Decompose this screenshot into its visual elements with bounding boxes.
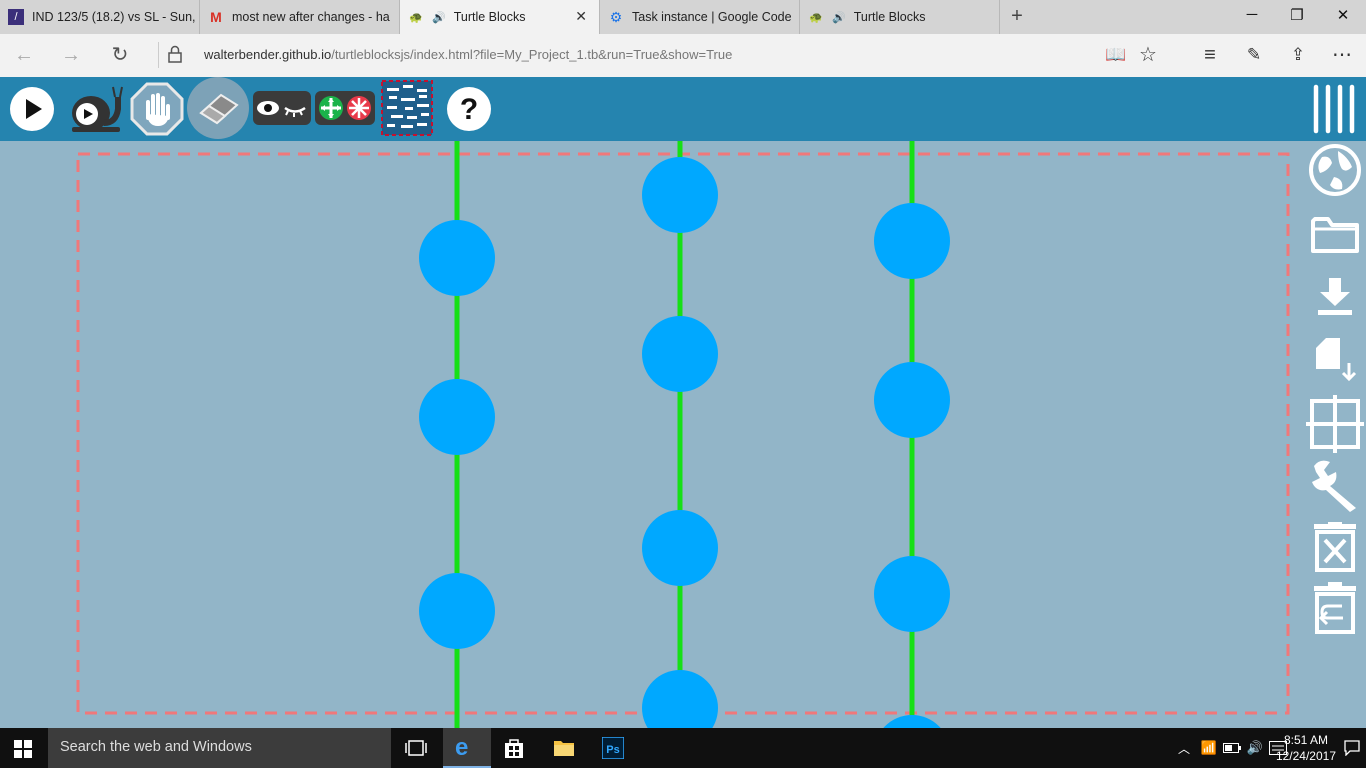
clear-icon[interactable] [187, 77, 249, 139]
close-tab-icon[interactable]: ✕ [575, 8, 587, 25]
browser-tab[interactable]: 🐢 🔊 Turtle Blocks [800, 0, 1000, 34]
turtle-dot [419, 573, 495, 649]
help-icon[interactable]: ? [446, 86, 492, 137]
share-icon[interactable]: ⇪ [1285, 43, 1311, 67]
stop-icon[interactable] [130, 82, 184, 141]
cricket-favicon: / [8, 9, 24, 25]
turtle-dot [642, 510, 718, 586]
svg-text:Ps: Ps [606, 744, 619, 756]
taskbar-search-input[interactable]: Search the web and Windows [48, 728, 391, 768]
delete-all-icon[interactable] [1312, 522, 1358, 577]
photoshop-icon[interactable]: Ps [601, 736, 625, 760]
show-hide-blocks-icon[interactable] [253, 87, 311, 134]
battery-icon[interactable] [1220, 736, 1244, 760]
turtle-toolbar: ? [0, 77, 1366, 141]
turtle-favicon: 🐢 [809, 11, 823, 24]
web-note-icon[interactable]: ✎ [1241, 43, 1267, 67]
grid-icon[interactable] [1306, 395, 1364, 458]
browser-tab-active[interactable]: 🐢 🔊 Turtle Blocks ✕ [400, 0, 600, 34]
favorite-star-icon[interactable]: ☆ [1135, 43, 1161, 67]
gmail-favicon: M [210, 9, 222, 25]
palette-grid-icon[interactable] [381, 80, 433, 141]
save-download-icon[interactable] [1314, 276, 1356, 323]
url-host: walterbender.github.io [204, 47, 332, 62]
wifi-icon[interactable]: 📶 [1197, 736, 1221, 760]
url-path: /turtleblocksjs/index.html?file=My_Proje… [331, 47, 733, 62]
more-icon[interactable]: ⋯ [1329, 43, 1355, 67]
start-windows-icon[interactable] [14, 740, 32, 763]
turtle-dot [642, 316, 718, 392]
tab-title: Task instance | Google Code [632, 10, 792, 24]
audio-playing-icon: 🔊 [432, 11, 446, 24]
store-icon[interactable] [502, 736, 526, 760]
windows-taskbar: Search the web and Windows e Ps ︿ 📶 🔊 8:… [0, 728, 1366, 768]
forward-icon[interactable]: → [58, 43, 84, 67]
turtle-dot [874, 362, 950, 438]
menu-icon[interactable] [1311, 83, 1357, 140]
tab-title: IND 123/5 (18.2) vs SL - Sun, [32, 10, 196, 24]
action-center-icon[interactable] [1340, 736, 1364, 760]
file-explorer-icon[interactable] [552, 736, 576, 760]
back-icon[interactable]: ← [11, 43, 37, 67]
minimize-button[interactable]: ─ [1240, 6, 1264, 23]
address-bar[interactable]: walterbender.github.io/turtleblocksjs/in… [204, 47, 732, 62]
google-code-favicon: ⚙ [609, 8, 623, 25]
turtle-dot [419, 220, 495, 296]
browser-nav-bar: ← → ↻ walterbender.github.io/turtleblock… [0, 34, 1366, 77]
show-hidden-icons-icon[interactable]: ︿ [1172, 736, 1196, 760]
lock-icon [168, 45, 182, 68]
restore-trash-icon[interactable] [1312, 582, 1358, 639]
save-file-icon[interactable] [1312, 335, 1360, 390]
reading-view-icon[interactable]: 📖 [1103, 43, 1129, 67]
browser-tab[interactable]: / IND 123/5 (18.2) vs SL - Sun, [0, 0, 200, 34]
settings-wrench-icon[interactable] [1306, 456, 1364, 519]
task-view-icon[interactable] [404, 736, 428, 760]
refresh-icon[interactable]: ↻ [107, 43, 133, 67]
tab-title: Turtle Blocks [853, 10, 926, 24]
system-clock[interactable]: 8:51 AM 12/24/2017 [1276, 732, 1336, 764]
nav-divider [158, 42, 159, 68]
play-icon[interactable] [9, 86, 55, 137]
tab-title: Turtle Blocks [453, 10, 526, 24]
turtle-canvas[interactable] [0, 141, 1366, 768]
restore-button[interactable]: ❐ [1285, 6, 1309, 24]
browser-tab-bar: / IND 123/5 (18.2) vs SL - Sun, M most n… [0, 0, 1366, 34]
canvas-drawing [0, 141, 1366, 768]
volume-icon[interactable]: 🔊 [1243, 736, 1267, 760]
clock-time: 8:51 AM [1283, 733, 1328, 747]
turtle-favicon: 🐢 [409, 11, 423, 24]
close-window-button[interactable]: ✕ [1331, 6, 1355, 24]
turtle-dot [874, 556, 950, 632]
browser-tab[interactable]: ⚙ Task instance | Google Code [600, 0, 800, 34]
edge-icon: e [455, 734, 469, 761]
new-tab-button[interactable]: + [1005, 5, 1029, 28]
browser-tab[interactable]: M most new after changes - ha [200, 0, 400, 34]
audio-playing-icon: 🔊 [832, 11, 846, 24]
hub-icon[interactable]: ≡ [1197, 43, 1223, 67]
slow-run-icon[interactable] [68, 83, 124, 140]
turtle-dot [419, 379, 495, 455]
tab-title: most new after changes - ha [232, 10, 390, 24]
collapse-expand-icon[interactable] [315, 87, 375, 134]
globe-icon[interactable] [1308, 143, 1362, 202]
turtle-dot [642, 157, 718, 233]
clock-date: 12/24/2017 [1275, 749, 1336, 763]
open-folder-icon[interactable] [1310, 213, 1360, 260]
svg-text:?: ? [460, 93, 478, 126]
taskbar-edge-button[interactable]: e [443, 728, 491, 768]
turtle-dot [874, 203, 950, 279]
